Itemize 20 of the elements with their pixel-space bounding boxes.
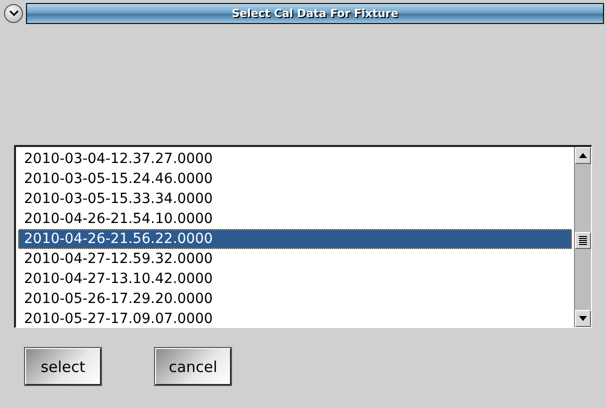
cancel-button[interactable]: cancel	[155, 348, 231, 385]
select-button[interactable]: select	[25, 348, 101, 385]
window-title: Select Cal Data For Fixture	[232, 6, 398, 20]
window-menu-button[interactable]	[4, 4, 23, 22]
scroll-up-button[interactable]	[575, 147, 591, 164]
list-item[interactable]: 2010-04-27-12.59.32.0000	[18, 249, 572, 269]
up-arrow-icon	[579, 153, 587, 158]
list-item[interactable]: 2010-05-27-17.09.07.0000	[18, 309, 572, 327]
list-item[interactable]: 2010-03-04-12.37.27.0000	[18, 149, 572, 169]
list-item[interactable]: 2010-03-05-15.24.46.0000	[18, 169, 572, 189]
scroll-down-button[interactable]	[575, 310, 591, 327]
list-item[interactable]: 2010-04-26-21.54.10.0000	[18, 209, 572, 229]
list-item[interactable]: 2010-05-26-17.29.20.0000	[18, 289, 572, 309]
scrollbar[interactable]	[574, 147, 591, 327]
list-item[interactable]: 2010-04-26-21.56.22.0000	[18, 229, 572, 249]
list-item[interactable]: 2010-04-27-13.10.42.0000	[18, 269, 572, 289]
list-item[interactable]: 2010-03-05-15.33.34.0000	[18, 189, 572, 209]
chevron-down-icon	[8, 10, 18, 16]
down-arrow-icon	[579, 316, 587, 321]
scroll-thumb[interactable]	[575, 232, 591, 249]
